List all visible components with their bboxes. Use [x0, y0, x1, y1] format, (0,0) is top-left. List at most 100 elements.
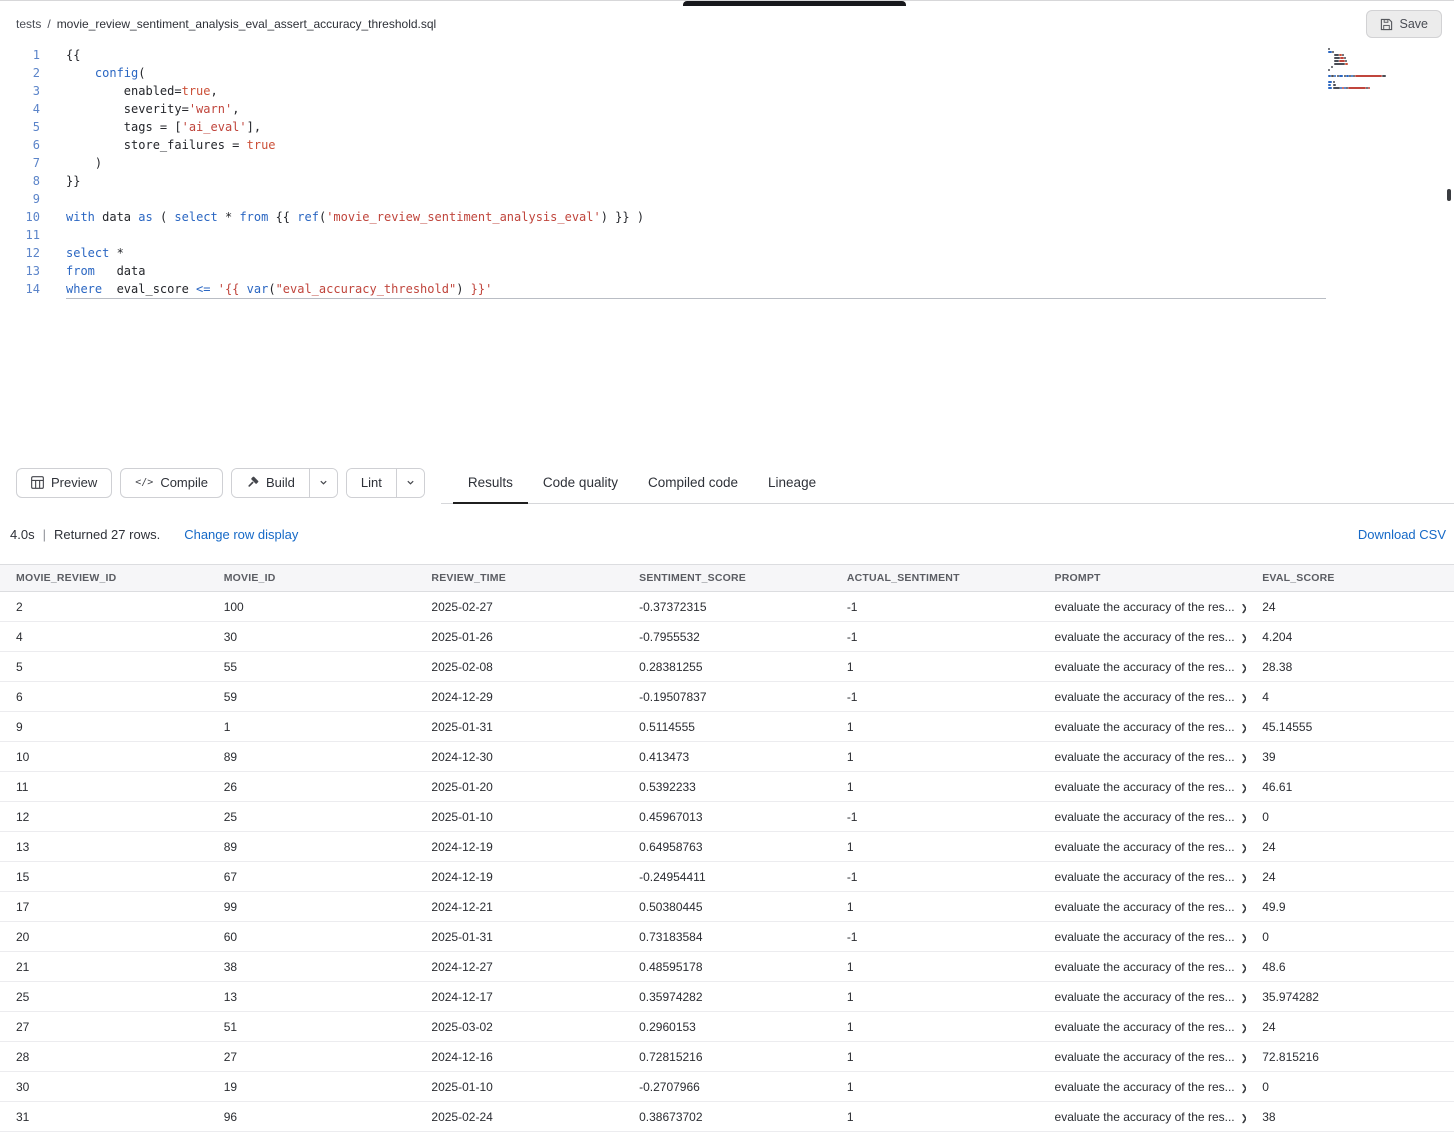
expand-prompt-icon[interactable]: ❯: [1241, 1023, 1247, 1033]
table-row[interactable]: 10892024-12-300.4134731evaluate the accu…: [0, 742, 1454, 772]
table-cell[interactable]: -0.19507837: [623, 682, 831, 712]
active-file-tab[interactable]: [683, 1, 906, 6]
table-row[interactable]: 17992024-12-210.503804451evaluate the ac…: [0, 892, 1454, 922]
table-cell[interactable]: 46.61: [1246, 772, 1454, 802]
table-cell[interactable]: 45.14555: [1246, 712, 1454, 742]
table-cell[interactable]: 2025-02-08: [415, 652, 623, 682]
prompt-cell[interactable]: evaluate the accuracy of the res...❯: [1039, 622, 1247, 652]
tab-lineage[interactable]: Lineage: [753, 461, 831, 503]
table-row[interactable]: 27512025-03-020.29601531evaluate the acc…: [0, 1012, 1454, 1042]
expand-prompt-icon[interactable]: ❯: [1241, 693, 1247, 703]
table-cell[interactable]: 17: [0, 892, 208, 922]
expand-prompt-icon[interactable]: ❯: [1241, 1113, 1247, 1123]
table-cell[interactable]: 13: [208, 982, 416, 1012]
table-cell[interactable]: 0.64958763: [623, 832, 831, 862]
code-line[interactable]: 1{{: [0, 46, 1454, 64]
table-cell[interactable]: 28.38: [1246, 652, 1454, 682]
table-cell[interactable]: 28: [0, 1042, 208, 1072]
breadcrumb-folder[interactable]: tests: [16, 17, 41, 31]
table-cell[interactable]: 15: [0, 862, 208, 892]
code-line[interactable]: 8}}: [0, 172, 1454, 190]
table-cell[interactable]: -1: [831, 802, 1039, 832]
prompt-cell[interactable]: evaluate the accuracy of the res...❯: [1039, 982, 1247, 1012]
table-cell[interactable]: 13: [0, 832, 208, 862]
expand-prompt-icon[interactable]: ❯: [1241, 993, 1247, 1003]
table-cell[interactable]: 2025-01-10: [415, 1072, 623, 1102]
table-cell[interactable]: 99: [208, 892, 416, 922]
table-cell[interactable]: 9: [0, 712, 208, 742]
table-cell[interactable]: 2024-12-29: [415, 682, 623, 712]
prompt-cell[interactable]: evaluate the accuracy of the res...❯: [1039, 682, 1247, 712]
table-cell[interactable]: 2024-12-19: [415, 862, 623, 892]
compile-button[interactable]: </> Compile: [120, 468, 223, 498]
prompt-cell[interactable]: evaluate the accuracy of the res...❯: [1039, 1072, 1247, 1102]
table-cell[interactable]: 1: [208, 712, 416, 742]
prompt-cell[interactable]: evaluate the accuracy of the res...❯: [1039, 652, 1247, 682]
prompt-cell[interactable]: evaluate the accuracy of the res...❯: [1039, 922, 1247, 952]
table-cell[interactable]: 0.72815216: [623, 1042, 831, 1072]
table-cell[interactable]: 2024-12-19: [415, 832, 623, 862]
table-cell[interactable]: 1: [831, 742, 1039, 772]
lint-dropdown-button[interactable]: [396, 469, 424, 497]
table-row[interactable]: 21002025-02-27-0.37372315-1evaluate the …: [0, 592, 1454, 622]
prompt-cell[interactable]: evaluate the accuracy of the res...❯: [1039, 832, 1247, 862]
change-row-display-link[interactable]: Change row display: [184, 527, 298, 542]
table-row[interactable]: 13892024-12-190.649587631evaluate the ac…: [0, 832, 1454, 862]
expand-prompt-icon[interactable]: ❯: [1241, 753, 1247, 763]
prompt-cell[interactable]: evaluate the accuracy of the res...❯: [1039, 772, 1247, 802]
table-cell[interactable]: 1: [831, 892, 1039, 922]
tab-compiled-code[interactable]: Compiled code: [633, 461, 753, 503]
table-cell[interactable]: 0.73183584: [623, 922, 831, 952]
table-cell[interactable]: 2025-01-10: [415, 802, 623, 832]
table-cell[interactable]: 24: [1246, 592, 1454, 622]
build-button[interactable]: Build: [232, 469, 309, 497]
table-cell[interactable]: 51: [208, 1012, 416, 1042]
table-cell[interactable]: 2: [0, 592, 208, 622]
table-cell[interactable]: 30: [208, 622, 416, 652]
table-row[interactable]: 912025-01-310.51145551evaluate the accur…: [0, 712, 1454, 742]
code-line[interactable]: 4 severity='warn',: [0, 100, 1454, 118]
table-row[interactable]: 30192025-01-10-0.27079661evaluate the ac…: [0, 1072, 1454, 1102]
table-cell[interactable]: 48.6: [1246, 952, 1454, 982]
table-cell[interactable]: 2025-03-02: [415, 1012, 623, 1042]
table-cell[interactable]: -0.2707966: [623, 1072, 831, 1102]
scrollbar-thumb[interactable]: [1447, 189, 1451, 201]
prompt-cell[interactable]: evaluate the accuracy of the res...❯: [1039, 952, 1247, 982]
table-cell[interactable]: 1: [831, 1012, 1039, 1042]
table-cell[interactable]: 1: [831, 1042, 1039, 1072]
table-row[interactable]: 4302025-01-26-0.7955532-1evaluate the ac…: [0, 622, 1454, 652]
code-line[interactable]: 9: [0, 190, 1454, 208]
table-cell[interactable]: 0: [1246, 922, 1454, 952]
prompt-cell[interactable]: evaluate the accuracy of the res...❯: [1039, 892, 1247, 922]
expand-prompt-icon[interactable]: ❯: [1241, 933, 1247, 943]
code-line[interactable]: 14where eval_score <= '{{ var("eval_accu…: [0, 280, 1454, 298]
table-cell[interactable]: 0.35974282: [623, 982, 831, 1012]
table-cell[interactable]: -1: [831, 622, 1039, 652]
prompt-cell[interactable]: evaluate the accuracy of the res...❯: [1039, 802, 1247, 832]
table-cell[interactable]: 21: [0, 952, 208, 982]
table-cell[interactable]: 0.38673702: [623, 1102, 831, 1132]
table-cell[interactable]: 5: [0, 652, 208, 682]
download-csv-link[interactable]: Download CSV: [1358, 527, 1446, 542]
table-cell[interactable]: 1: [831, 1072, 1039, 1102]
table-cell[interactable]: 2024-12-21: [415, 892, 623, 922]
code-line[interactable]: 3 enabled=true,: [0, 82, 1454, 100]
code-line[interactable]: 5 tags = ['ai_eval'],: [0, 118, 1454, 136]
table-row[interactable]: 5552025-02-080.283812551evaluate the acc…: [0, 652, 1454, 682]
table-cell[interactable]: 0.5392233: [623, 772, 831, 802]
table-cell[interactable]: 20: [0, 922, 208, 952]
table-row[interactable]: 28272024-12-160.728152161evaluate the ac…: [0, 1042, 1454, 1072]
expand-prompt-icon[interactable]: ❯: [1241, 723, 1247, 733]
table-cell[interactable]: 59: [208, 682, 416, 712]
table-cell[interactable]: 27: [208, 1042, 416, 1072]
table-cell[interactable]: 60: [208, 922, 416, 952]
table-cell[interactable]: 0: [1246, 802, 1454, 832]
table-cell[interactable]: 12: [0, 802, 208, 832]
table-cell[interactable]: 0.413473: [623, 742, 831, 772]
tab-code-quality[interactable]: Code quality: [528, 461, 633, 503]
table-cell[interactable]: 26: [208, 772, 416, 802]
expand-prompt-icon[interactable]: ❯: [1241, 633, 1247, 643]
editor-scrollbar[interactable]: [1444, 43, 1454, 461]
code-line[interactable]: 6 store_failures = true: [0, 136, 1454, 154]
code-editor[interactable]: 1{{2 config(3 enabled=true,4 severity='w…: [0, 43, 1454, 461]
